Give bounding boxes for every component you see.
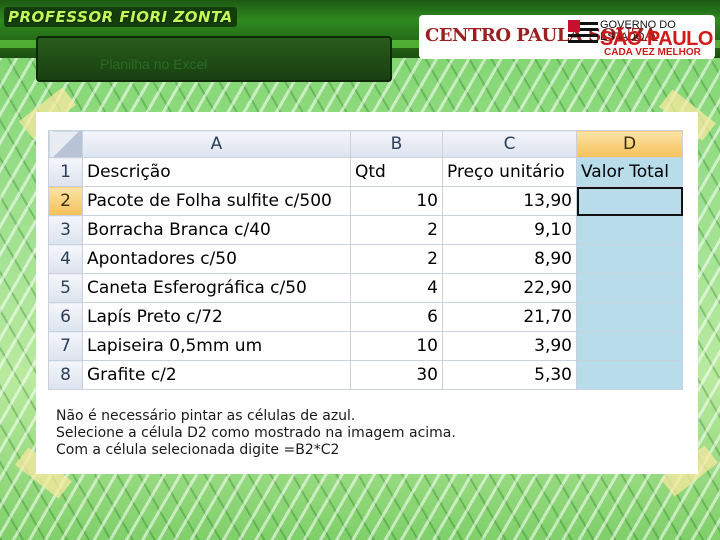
table-row: 7 Lapiseira 0,5mm um 10 3,90 — [48, 331, 683, 361]
cell-b7[interactable]: 10 — [350, 331, 443, 361]
select-all-corner[interactable] — [48, 130, 83, 158]
cell-a3[interactable]: Borracha Branca c/40 — [82, 215, 351, 245]
sao-paulo-state-flag-icon — [568, 20, 598, 43]
state-slogan: CADA VEZ MELHOR — [604, 47, 701, 58]
table-row: 8 Grafite c/2 30 5,30 — [48, 360, 683, 390]
cell-d5[interactable] — [576, 273, 683, 303]
cell-d2-selected[interactable] — [576, 186, 683, 216]
table-row: 6 Lapís Preto c/72 6 21,70 — [48, 302, 683, 332]
cell-c4[interactable]: 8,90 — [442, 244, 577, 274]
table-row: 3 Borracha Branca c/40 2 9,10 — [48, 215, 683, 245]
instruction-line: Não é necessário pintar as células de az… — [56, 408, 356, 424]
column-header-c[interactable]: C — [442, 130, 577, 158]
cell-a7[interactable]: Lapiseira 0,5mm um — [82, 331, 351, 361]
cell-d7[interactable] — [576, 331, 683, 361]
cell-d4[interactable] — [576, 244, 683, 274]
cell-d6[interactable] — [576, 302, 683, 332]
table-row: 2 Pacote de Folha sulfite c/500 10 13,90 — [48, 186, 683, 216]
cell-a8[interactable]: Grafite c/2 — [82, 360, 351, 390]
instructions: Não é necessário pintar as células de az… — [56, 408, 456, 459]
cell-b2[interactable]: 10 — [350, 186, 443, 216]
cell-d3[interactable] — [576, 215, 683, 245]
cell-c8[interactable]: 5,30 — [442, 360, 577, 390]
column-header-d[interactable]: D — [576, 130, 683, 158]
row-header[interactable]: 6 — [48, 302, 83, 332]
cell-c2[interactable]: 13,90 — [442, 186, 577, 216]
table-row: 5 Caneta Esferográfica c/50 4 22,90 — [48, 273, 683, 303]
row-header[interactable]: 3 — [48, 215, 83, 245]
cell-d1[interactable]: Valor Total — [576, 157, 683, 187]
cell-c6[interactable]: 21,70 — [442, 302, 577, 332]
cell-c3[interactable]: 9,10 — [442, 215, 577, 245]
row-header[interactable]: 7 — [48, 331, 83, 361]
cell-b1[interactable]: Qtd — [350, 157, 443, 187]
cell-b5[interactable]: 4 — [350, 273, 443, 303]
cell-a2[interactable]: Pacote de Folha sulfite c/500 — [82, 186, 351, 216]
row-header[interactable]: 2 — [48, 186, 83, 216]
author-banner: PROFESSOR FIORI ZONTA — [4, 7, 237, 27]
cell-b3[interactable]: 2 — [350, 215, 443, 245]
row-header[interactable]: 5 — [48, 273, 83, 303]
table-row: 1 Descrição Qtd Preço unitário Valor Tot… — [48, 157, 683, 187]
cell-b4[interactable]: 2 — [350, 244, 443, 274]
cell-c7[interactable]: 3,90 — [442, 331, 577, 361]
column-header-a[interactable]: A — [82, 130, 351, 158]
cell-c1[interactable]: Preço unitário — [442, 157, 577, 187]
slide-title: Planilha no Excel — [100, 56, 208, 72]
instruction-line: Selecione a célula D2 como mostrado na i… — [56, 425, 456, 441]
row-header[interactable]: 4 — [48, 244, 83, 274]
row-header[interactable]: 1 — [48, 157, 83, 187]
column-header-b[interactable]: B — [350, 130, 443, 158]
cell-a6[interactable]: Lapís Preto c/72 — [82, 302, 351, 332]
cell-a5[interactable]: Caneta Esferográfica c/50 — [82, 273, 351, 303]
spreadsheet: A B C D 1 Descrição Qtd Preço unitário V… — [48, 130, 683, 390]
cell-d8[interactable] — [576, 360, 683, 390]
cell-c5[interactable]: 22,90 — [442, 273, 577, 303]
row-header[interactable]: 8 — [48, 360, 83, 390]
cell-a4[interactable]: Apontadores c/50 — [82, 244, 351, 274]
instruction-line: Com a célula selecionada digite =B2*C2 — [56, 442, 340, 458]
table-row: 4 Apontadores c/50 2 8,90 — [48, 244, 683, 274]
cell-b8[interactable]: 30 — [350, 360, 443, 390]
cell-b6[interactable]: 6 — [350, 302, 443, 332]
slide-title-box — [36, 36, 392, 82]
cell-a1[interactable]: Descrição — [82, 157, 351, 187]
